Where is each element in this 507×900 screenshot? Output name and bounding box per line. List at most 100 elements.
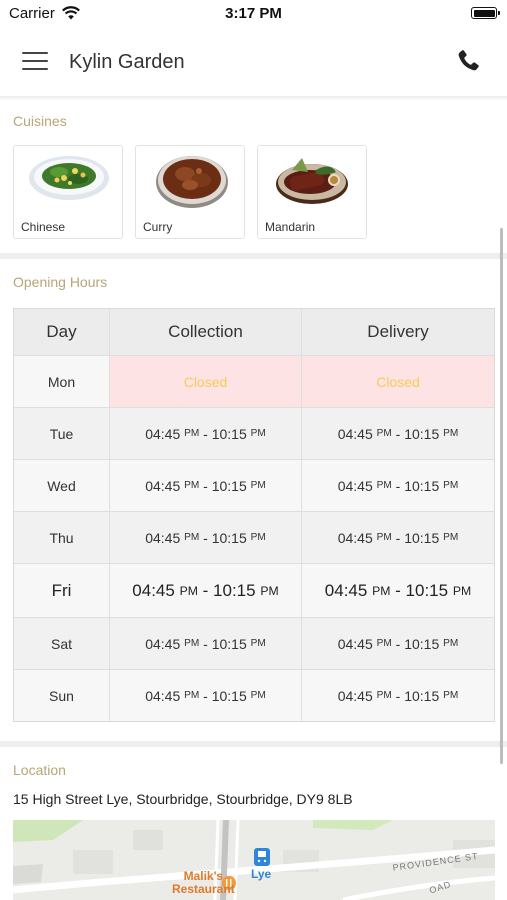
close-ampm: PM <box>250 690 266 701</box>
time-separator: - <box>199 529 212 546</box>
table-row: Thu 04:45 PM - 10:15 PM 04:45 PM - 10:15… <box>14 511 494 563</box>
open-time: 04:45 <box>337 635 373 652</box>
collection-closed: Closed <box>110 356 302 407</box>
close-time: 10:15 <box>404 529 440 546</box>
time-separator: - <box>391 477 405 494</box>
delivery-hours: 04:45 PM - 10:15 PM <box>302 564 494 617</box>
open-ampm: PM <box>184 638 200 649</box>
open-ampm: PM <box>376 638 392 649</box>
cuisine-card-chinese[interactable]: Chinese <box>13 145 123 239</box>
time-separator: - <box>390 580 406 600</box>
close-time: 10:15 <box>405 580 449 600</box>
collection-hours: 04:45 PM - 10:15 PM <box>110 564 302 617</box>
close-ampm: PM <box>250 638 266 649</box>
cuisine-card-curry[interactable]: Curry <box>135 145 245 239</box>
table-row-today: Fri 04:45 PM - 10:15 PM 04:45 PM - 10:15… <box>14 563 494 617</box>
location-map[interactable]: Malik's Restaurant Lye PROVIDENCE ST OAD <box>13 820 495 900</box>
collection-hours: 04:45 PM - 10:15 PM <box>110 670 302 721</box>
close-ampm: PM <box>250 428 266 439</box>
collection-hours: 04:45 PM - 10:15 PM <box>110 460 302 511</box>
scrollbar[interactable] <box>500 228 503 764</box>
time-separator: - <box>391 687 405 704</box>
status-time: 3:17 PM <box>225 5 282 22</box>
time-separator: - <box>199 687 212 704</box>
open-ampm: PM <box>376 428 392 439</box>
time-separator: - <box>199 635 212 652</box>
open-time: 04:45 <box>337 529 373 546</box>
open-time: 04:45 <box>337 477 373 494</box>
cuisine-card-mandarin[interactable]: Mandarin <box>257 145 367 239</box>
nav-bar: Kylin Garden <box>0 28 507 98</box>
day-cell: Thu <box>14 512 110 563</box>
open-time: 04:45 <box>337 687 373 704</box>
cuisine-name: Chinese <box>21 220 66 234</box>
day-cell: Wed <box>14 460 110 511</box>
open-time: 04:45 <box>145 425 181 442</box>
close-ampm: PM <box>250 532 266 543</box>
cuisine-name: Mandarin <box>265 220 316 234</box>
close-ampm: PM <box>260 583 279 598</box>
close-time: 10:15 <box>404 687 440 704</box>
header-collection: Collection <box>110 309 302 355</box>
day-cell: Sun <box>14 670 110 721</box>
close-time: 10:15 <box>404 477 440 494</box>
close-ampm: PM <box>443 480 459 491</box>
open-time: 04:45 <box>145 687 181 704</box>
delivery-hours: 04:45 PM - 10:15 PM <box>302 670 494 721</box>
map-poi-restaurant-line1: Malik's <box>183 869 224 883</box>
table-row: Tue 04:45 PM - 10:15 PM 04:45 PM - 10:15… <box>14 407 494 459</box>
open-time: 04:45 <box>145 477 181 494</box>
close-time: 10:15 <box>211 477 247 494</box>
open-ampm: PM <box>376 532 392 543</box>
close-time: 10:15 <box>211 687 247 704</box>
time-separator: - <box>199 425 212 442</box>
day-cell: Tue <box>14 408 110 459</box>
section-divider <box>0 741 507 747</box>
delivery-hours: 04:45 PM - 10:15 PM <box>302 618 494 669</box>
header-day: Day <box>14 309 110 355</box>
chinese-dish-image <box>29 156 109 200</box>
status-bar: Carrier 3:17 PM <box>0 0 507 28</box>
section-divider <box>0 253 507 259</box>
close-time: 10:15 <box>213 580 256 600</box>
close-time: 10:15 <box>404 635 440 652</box>
close-time: 10:15 <box>211 529 247 546</box>
close-time: 10:15 <box>211 425 247 442</box>
train-station-icon[interactable] <box>254 848 270 866</box>
close-ampm: PM <box>443 532 459 543</box>
table-row: Sun 04:45 PM - 10:15 PM 04:45 PM - 10:15… <box>14 669 494 721</box>
open-time: 04:45 <box>145 635 181 652</box>
map-poi-station: Lye <box>251 867 272 881</box>
open-ampm: PM <box>376 480 392 491</box>
battery-icon <box>471 7 500 19</box>
day-cell: Mon <box>14 356 110 407</box>
close-ampm: PM <box>443 428 459 439</box>
location-label: Location <box>13 762 66 778</box>
close-ampm: PM <box>452 583 472 598</box>
delivery-hours: 04:45 PM - 10:15 PM <box>302 460 494 511</box>
day-cell: Sat <box>14 618 110 669</box>
collection-hours: 04:45 PM - 10:15 PM <box>110 512 302 563</box>
time-separator: - <box>391 635 405 652</box>
delivery-closed: Closed <box>302 356 494 407</box>
close-time: 10:15 <box>211 635 247 652</box>
open-time: 04:45 <box>132 580 175 600</box>
close-ampm: PM <box>443 690 459 701</box>
table-header-row: Day Collection Delivery <box>14 309 494 355</box>
open-ampm: PM <box>372 583 391 598</box>
open-time: 04:45 <box>145 529 181 546</box>
map-poi-restaurant-line2: Restaurant <box>172 882 235 896</box>
open-ampm: PM <box>184 428 200 439</box>
hamburger-menu-icon[interactable] <box>22 52 48 72</box>
map-poi-restaurant: Malik's Restaurant <box>172 870 235 896</box>
open-ampm: PM <box>184 532 200 543</box>
time-separator: - <box>391 425 405 442</box>
close-time: 10:15 <box>404 425 440 442</box>
open-time: 04:45 <box>337 425 373 442</box>
delivery-hours: 04:45 PM - 10:15 PM <box>302 408 494 459</box>
cuisine-name: Curry <box>143 220 173 234</box>
time-separator: - <box>197 580 214 600</box>
table-row: Mon Closed Closed <box>14 355 494 407</box>
delivery-hours: 04:45 PM - 10:15 PM <box>302 512 494 563</box>
phone-icon[interactable] <box>455 48 481 74</box>
